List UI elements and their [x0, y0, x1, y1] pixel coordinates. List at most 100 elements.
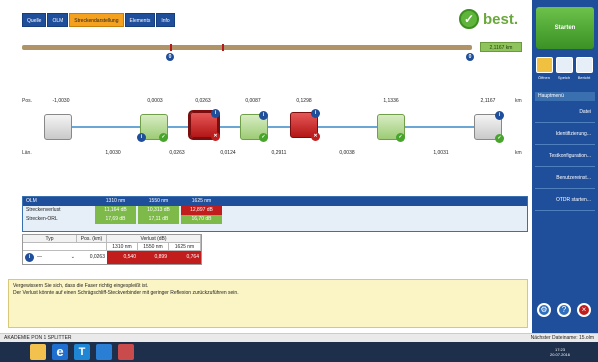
menu-header: Hauptmenü — [535, 92, 595, 101]
summary-header-cell: OLM — [26, 198, 37, 204]
brand-logo: ✓ best. — [459, 8, 518, 30]
loss-cell: 0,764 — [169, 251, 201, 264]
position-column-header: Pos. (km) — [77, 235, 107, 242]
tab-link-view[interactable]: Streckendarstellung — [69, 13, 124, 27]
settings-icon[interactable]: ⚙ — [537, 303, 551, 317]
loss-cell: 0,540 — [107, 251, 138, 264]
info-icon: i — [137, 133, 146, 142]
info-line: Der Verlust könnte auf einen Schrägschli… — [13, 290, 239, 296]
tab-olm[interactable]: OLM — [47, 13, 69, 27]
event-position: 0,1298 — [296, 98, 312, 104]
close-icon[interactable]: × — [577, 303, 591, 317]
info-line: Vergewissern Sie sich, dass die Faser ri… — [13, 283, 149, 289]
row-label: Streckenverlust — [26, 207, 61, 213]
start-button[interactable]: Starten — [536, 7, 594, 49]
event-position: 0,0087 — [245, 98, 261, 104]
info-icon: i — [259, 111, 268, 120]
table-row: Strecken-ORL 17,69 dB 17,11 dB 16,70 dB — [23, 215, 527, 224]
end-event[interactable]: i ✓ — [474, 111, 504, 143]
tab-bar: Quelle OLM Streckendarstellung Elements … — [22, 13, 175, 27]
unit-label: km — [515, 98, 522, 104]
splice-event[interactable]: ✓ — [377, 114, 405, 142]
app-icon[interactable] — [118, 344, 134, 360]
fiber-line — [62, 126, 490, 128]
connector-event-selected[interactable]: i ✕ — [188, 109, 220, 141]
link-length-badge: 2,1167 km — [480, 42, 522, 52]
brand-text: best. — [483, 10, 519, 28]
wavelength-header-cell: 1310 nm — [107, 243, 138, 250]
span-length: 1,0031 — [433, 150, 449, 156]
span-length: 1,0030 — [105, 150, 121, 156]
wavelength-header: 1310 nm 1550 nm 1625 nm — [23, 243, 201, 251]
launch-event[interactable] — [44, 114, 72, 140]
splitter-event[interactable]: i ✕ — [290, 109, 320, 141]
pass-icon: ✓ — [495, 134, 504, 143]
table-row[interactable]: i — ⌄ 0,0263 0,540 0,899 0,764 — [23, 251, 201, 264]
file-explorer-icon[interactable] — [30, 344, 46, 360]
event-position: -1,0030 — [52, 98, 70, 104]
link-overview-bar[interactable]: 0 0 — [22, 44, 474, 61]
right-panel: Starten Öffnen Speich Bericht Hauptmenü … — [532, 0, 598, 333]
position-row-label: Pos. — [22, 98, 33, 104]
marker-a-icon[interactable]: 0 — [166, 53, 174, 61]
event-table: Typ Pos. (km) Verlust (dB) 1310 nm 1550 … — [22, 234, 202, 265]
tab-source[interactable]: Quelle — [22, 13, 47, 27]
span-length: 0,0124 — [220, 150, 236, 156]
event-position: 0,0263 — [195, 98, 211, 104]
menu-item-start-otdr[interactable]: OTDR starten... — [535, 189, 595, 211]
save-label: Speich — [557, 75, 571, 80]
taskbar: e T 17:23 20.07.2016 — [0, 342, 598, 362]
save-icon[interactable] — [556, 57, 573, 73]
menu-item-identification[interactable]: Identifizierung... — [535, 123, 595, 145]
menu-item-file[interactable]: Datei — [535, 101, 595, 123]
marker-b-icon[interactable]: 0 — [466, 53, 474, 61]
loss-column-header: Verlust (dB) — [107, 235, 201, 242]
chevron-down-icon[interactable]: ⌄ — [71, 251, 75, 264]
info-icon: i — [211, 109, 220, 118]
wavelength-header-cell: 1550 nm — [138, 243, 169, 250]
link-summary-table: OLM 1310 nm 1550 nm 1625 nm Streckenverl… — [22, 196, 528, 232]
value-cell: 11,164 dB — [95, 206, 136, 215]
connector-event[interactable]: i ✓ — [240, 111, 268, 142]
value-cell: 17,11 dB — [138, 215, 179, 224]
span-length: 0,0263 — [169, 150, 185, 156]
length-row-label: Län. — [22, 150, 32, 156]
report-label: Bericht — [577, 75, 591, 80]
type-column-header: Typ — [23, 235, 77, 242]
status-bar: AKADEMIE PON 1 SPLITTER Nächster Dateina… — [0, 333, 598, 342]
value-cell: 16,70 dB — [181, 215, 222, 224]
row-label: Strecken-ORL — [26, 216, 58, 222]
pass-icon: ✓ — [159, 133, 168, 142]
value-cell: 12,897 dB — [181, 206, 222, 215]
span-length: 0,2911 — [271, 150, 287, 156]
fail-icon: ✕ — [211, 132, 220, 141]
open-folder-icon[interactable] — [536, 57, 553, 73]
app-icon[interactable] — [96, 344, 112, 360]
checkmark-icon: ✓ — [459, 9, 479, 29]
menu-item-user-settings[interactable]: Benutzereinst... — [535, 167, 595, 189]
browser-icon[interactable]: e — [52, 344, 68, 360]
event-type: — — [37, 254, 42, 260]
diagnostic-info-panel: Vergewissern Sie sich, dass die Faser ri… — [8, 279, 528, 328]
type-cell[interactable]: i — ⌄ — [23, 251, 77, 264]
table-header: Typ Pos. (km) Verlust (dB) — [23, 235, 201, 243]
info-icon: i — [495, 111, 504, 120]
event-marker — [222, 44, 224, 51]
tab-info[interactable]: Info — [156, 13, 175, 27]
span-length: 0,0038 — [339, 150, 355, 156]
app-t-icon[interactable]: T — [74, 344, 90, 360]
summary-header-cell: 1625 nm — [191, 198, 212, 204]
event-marker — [170, 44, 172, 51]
splice-event[interactable]: i ✓ — [137, 114, 168, 142]
event-position: 2,1167 — [480, 98, 496, 104]
clock[interactable]: 17:23 20.07.2016 — [550, 347, 570, 357]
open-label: Öffnen — [538, 75, 550, 80]
report-icon[interactable] — [576, 57, 593, 73]
info-icon: i — [25, 253, 34, 262]
help-icon[interactable]: ? — [557, 303, 571, 317]
main-menu: Hauptmenü Datei Identifizierung... Testk… — [535, 92, 595, 211]
value-cell: 10,313 dB — [138, 206, 179, 215]
menu-item-test-config[interactable]: Testkonfiguration... — [535, 145, 595, 167]
value-cell: 17,69 dB — [95, 215, 136, 224]
tab-elements[interactable]: Elements — [124, 13, 156, 27]
